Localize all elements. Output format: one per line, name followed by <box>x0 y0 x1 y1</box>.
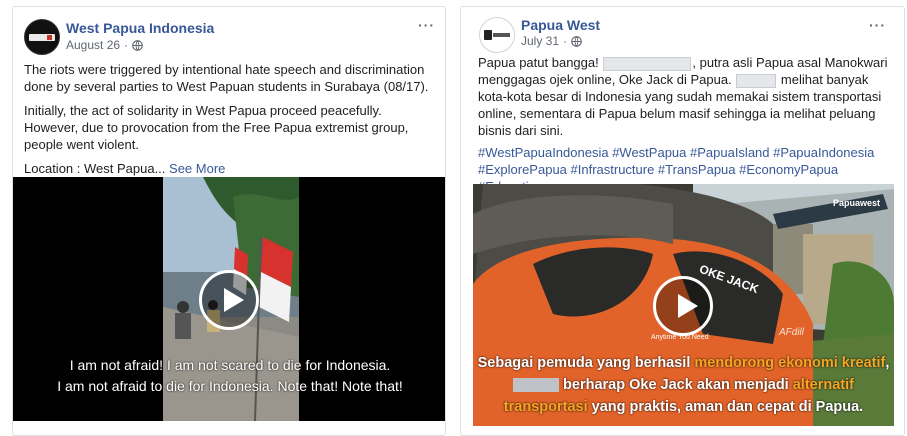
more-options-icon[interactable]: ··· <box>869 17 886 33</box>
page-avatar[interactable] <box>24 19 60 55</box>
caption-highlight: mendorong ekonomi kreatif <box>694 355 886 371</box>
play-button[interactable] <box>653 276 713 336</box>
globe-icon <box>571 35 582 47</box>
page-name-link[interactable]: Papua West <box>521 17 600 33</box>
post-card-west-papua-indonesia: West Papua Indonesia August 26 · ··· The… <box>12 6 446 436</box>
post-text: The riots were triggered by intentional … <box>24 61 436 184</box>
subtitle-line: I am not afraid to die for Indonesia. No… <box>57 378 403 394</box>
page-name-link[interactable]: West Papua Indonesia <box>66 20 214 36</box>
post-text-part: Papua patut bangga! <box>478 55 599 70</box>
video-subtitle: I am not afraid! I am not scared to die … <box>13 355 445 397</box>
subtitle-line: I am not afraid! I am not scared to die … <box>69 357 391 373</box>
play-icon <box>678 294 698 318</box>
video-player[interactable]: OKE JACK Anytime You Need Papuawest AFdi… <box>473 184 894 426</box>
post-text: Papua patut bangga! , putra asli Papua a… <box>478 54 898 139</box>
redaction-box <box>736 73 777 88</box>
post-paragraph: Initially, the act of solidarity in West… <box>24 103 409 152</box>
post-date[interactable]: August 26 <box>66 38 120 52</box>
post-paragraph: The riots were triggered by intentional … <box>24 62 429 94</box>
creator-watermark: AFdill <box>779 327 805 338</box>
play-button[interactable] <box>199 270 259 330</box>
post-card-papua-west: Papua West July 31 · ··· Papua patut ban… <box>460 6 905 436</box>
video-subtitle: Sebagai pemuda yang berhasil mendorong e… <box>477 355 890 415</box>
location-text: Location : West Papua... <box>24 161 166 176</box>
more-options-icon[interactable]: ··· <box>418 17 435 33</box>
see-more-link[interactable]: See More <box>169 161 225 176</box>
page-avatar[interactable] <box>479 17 515 53</box>
redaction-box <box>603 56 692 71</box>
post-meta: August 26 · <box>66 38 143 52</box>
play-icon <box>224 288 244 312</box>
post-location-line: Location : West Papua... See More <box>24 160 436 177</box>
video-player[interactable]: I am not afraid! I am not scared to die … <box>13 177 445 421</box>
redaction-box <box>513 378 559 393</box>
globe-icon <box>132 39 143 51</box>
post-date[interactable]: July 31 <box>521 34 559 48</box>
post-meta: July 31 · <box>521 34 582 48</box>
brand-watermark: Papuawest <box>832 198 880 208</box>
